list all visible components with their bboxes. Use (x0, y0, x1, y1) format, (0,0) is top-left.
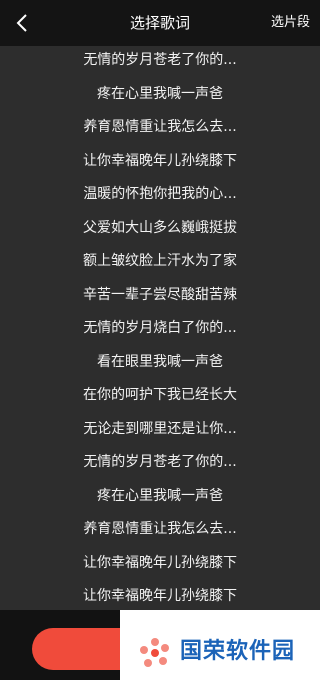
watermark-text: 国荣软件园 (180, 639, 296, 664)
lyric-line[interactable]: 无情的岁月苍老了你的... (0, 50, 320, 70)
flower-logo-icon (140, 638, 169, 667)
lyric-line[interactable]: 辛苦一辈子尝尽酸甜苦辣 (0, 285, 320, 305)
lyric-line[interactable]: 父爱如大山多么巍峨挺拔 (0, 218, 320, 238)
lyric-line[interactable]: 疼在心里我喊一声爸 (0, 486, 320, 506)
lyric-line[interactable]: 温暖的怀抱你把我的心... (0, 184, 320, 204)
watermark-logo: 国荣软件园 (120, 610, 320, 680)
top-bar: 选择歌词 选片段 (0, 0, 320, 46)
lyric-line[interactable]: 疼在心里我喊一声爸 (0, 84, 320, 104)
bottom-bar: 国荣软件园 (0, 610, 320, 680)
lyric-line[interactable]: 让你幸福晚年儿孙绕膝下 (0, 151, 320, 171)
lyric-line[interactable]: 让你幸福晚年儿孙绕膝下 (0, 586, 320, 606)
lyric-line[interactable]: 无论走到哪里还是让你... (0, 419, 320, 439)
lyric-line[interactable]: 看在眼里我喊一声爸 (0, 352, 320, 372)
lyrics-list: 无情的岁月苍老了你的... 疼在心里我喊一声爸 养育恩情重让我怎么去... 让你幸福晚… (0, 46, 320, 610)
select-segment-button[interactable]: 选片段 (271, 0, 310, 46)
lyric-line[interactable]: 让你幸福晚年儿孙绕膝下 (0, 553, 320, 573)
lyric-line[interactable]: 养育恩情重让我怎么去... (0, 519, 320, 539)
lyric-line[interactable]: 无情的岁月烧白了你的... (0, 318, 320, 338)
lyric-line[interactable]: 无情的岁月苍老了你的... (0, 452, 320, 472)
lyric-line[interactable]: 在你的呵护下我已经长大 (0, 385, 320, 405)
lyrics-picker-screen: 选择歌词 选片段 无情的岁月苍老了你的... 疼在心里我喊一声爸 养育恩情重让我怎么… (0, 0, 320, 680)
lyric-line[interactable]: 额上皱纹脸上汗水为了家 (0, 251, 320, 271)
lyric-line[interactable]: 养育恩情重让我怎么去... (0, 117, 320, 137)
